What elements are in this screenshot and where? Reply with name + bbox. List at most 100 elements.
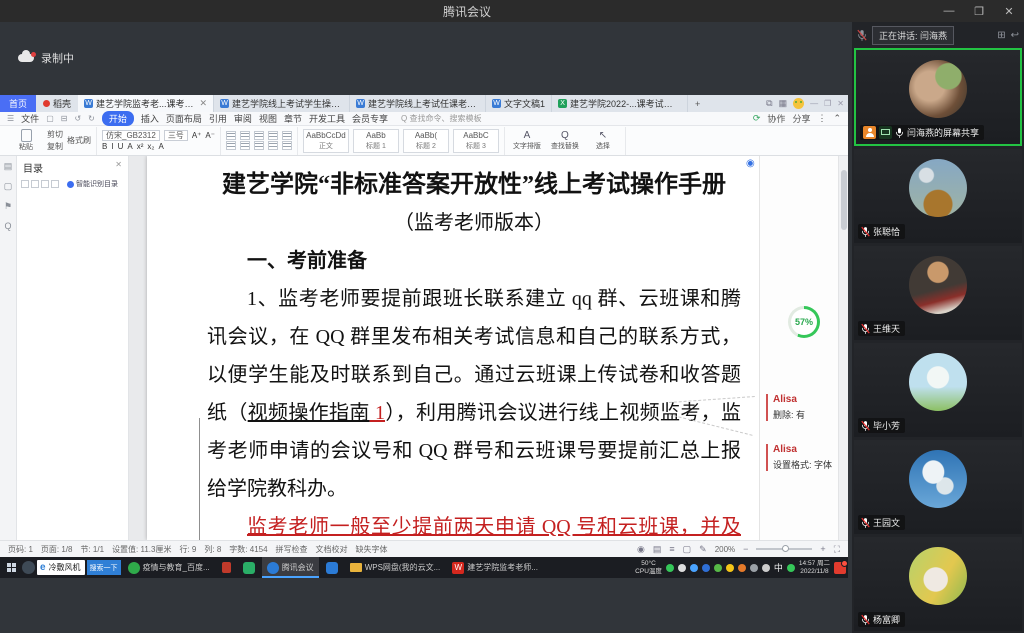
collab-button[interactable]: 协作 bbox=[767, 112, 785, 125]
back-icon[interactable]: ↩ bbox=[1011, 30, 1019, 41]
outline-view-icon[interactable]: ≡ bbox=[669, 544, 674, 554]
video-tile[interactable]: 毕小芳 bbox=[854, 343, 1022, 437]
align-justify-icon[interactable] bbox=[254, 141, 264, 150]
menu-file[interactable]: 文件 bbox=[21, 112, 39, 125]
paste-button[interactable]: 粘贴 bbox=[9, 129, 43, 152]
zoom-slider[interactable] bbox=[756, 548, 812, 550]
doc-tab-3[interactable]: W 建艺学院线上考试任课老师操作手册 bbox=[350, 95, 486, 112]
page-view-icon[interactable]: ▤ bbox=[653, 544, 662, 555]
find-replace-button[interactable]: Q 查找替换 bbox=[548, 130, 582, 151]
toc-level-icon[interactable] bbox=[31, 180, 39, 188]
taskbar-app-meeting[interactable]: 腾讯会议 bbox=[262, 557, 319, 578]
web-view-icon[interactable]: ▢ bbox=[683, 544, 692, 555]
menu-home[interactable]: 开始 bbox=[102, 111, 134, 126]
wps-minimize-button[interactable]: — bbox=[810, 99, 818, 108]
shading-icon[interactable] bbox=[282, 141, 292, 150]
minimize-button[interactable]: — bbox=[934, 5, 964, 17]
shrink-font-icon[interactable]: A⁻ bbox=[205, 131, 215, 140]
start-button[interactable] bbox=[2, 557, 20, 578]
doc-tab-1[interactable]: W 建艺学院监考老...课考试操作手册 ✕ bbox=[78, 95, 214, 112]
wps-home-tab[interactable]: 首页 bbox=[0, 95, 36, 112]
typeset-button[interactable]: A 文字排版 bbox=[510, 130, 544, 151]
status-word-count[interactable]: 字数: 4154 bbox=[229, 544, 267, 555]
grow-font-icon[interactable]: A⁺ bbox=[192, 131, 202, 140]
proofread-button[interactable]: 文档校对 bbox=[316, 544, 348, 555]
menu-references[interactable]: 引用 bbox=[209, 112, 227, 125]
bookmark-icon[interactable]: ⚑ bbox=[4, 201, 12, 212]
underline-button[interactable]: U bbox=[118, 142, 124, 151]
zoom-level[interactable]: 200% bbox=[715, 545, 735, 554]
zoom-out-icon[interactable]: − bbox=[743, 544, 748, 554]
taskbar-app-meeting2[interactable] bbox=[321, 557, 343, 578]
align-left-icon[interactable] bbox=[226, 141, 236, 150]
video-tile-sharer[interactable]: 闫海燕的屏幕共享 bbox=[854, 48, 1022, 146]
scrollbar-thumb[interactable] bbox=[841, 170, 847, 230]
indent-icon[interactable] bbox=[268, 131, 278, 140]
close-button[interactable]: ✕ bbox=[994, 5, 1024, 18]
spell-check-button[interactable]: 拼写检查 bbox=[276, 544, 308, 555]
tray-icon[interactable] bbox=[726, 564, 734, 572]
video-tile[interactable]: 张聪恰 bbox=[854, 149, 1022, 243]
highlight-button[interactable]: A bbox=[158, 142, 163, 151]
clear-format-icon[interactable] bbox=[282, 131, 292, 140]
style-heading2[interactable]: AaBb( 标题 2 bbox=[403, 129, 449, 153]
taskbar-app-baidu[interactable]: 疫情与教育_百度... bbox=[123, 557, 215, 578]
menu-review[interactable]: 审阅 bbox=[234, 112, 252, 125]
outdent-icon[interactable] bbox=[254, 131, 264, 140]
window-split-icon[interactable]: ⧉ bbox=[766, 98, 772, 109]
document-page[interactable]: 建艺学院“非标准答案开放性”线上考试操作手册 （监考老师版本） 一、考前准备 1… bbox=[147, 156, 759, 540]
clock[interactable]: 14:57 周二2022/11/8 bbox=[799, 560, 830, 575]
layout-switch-icon[interactable]: ⊞ bbox=[997, 30, 1005, 41]
undo-icon[interactable]: ↺ bbox=[74, 114, 81, 123]
menu-dev-tools[interactable]: 开发工具 bbox=[309, 112, 345, 125]
copy-button[interactable]: 复制 bbox=[47, 141, 63, 152]
maximize-button[interactable]: ❐ bbox=[964, 5, 994, 18]
tray-icon[interactable] bbox=[666, 564, 674, 572]
video-tile[interactable]: 王园文 bbox=[854, 440, 1022, 534]
video-guide-link-number[interactable]: 1 bbox=[370, 402, 385, 424]
kebab-icon[interactable]: ⋮ bbox=[817, 113, 826, 124]
window-grid-icon[interactable]: ▦ bbox=[779, 98, 788, 109]
menu-section[interactable]: 章节 bbox=[284, 112, 302, 125]
folder-icon[interactable]: ▢ bbox=[4, 181, 13, 192]
format-painter-button[interactable]: 格式刷 bbox=[67, 135, 91, 146]
line-spacing-icon[interactable] bbox=[268, 141, 278, 150]
location-pin-icon[interactable]: ◉ bbox=[746, 158, 755, 169]
share-button[interactable]: 分享 bbox=[792, 112, 810, 125]
print-icon[interactable]: ⊟ bbox=[61, 114, 68, 123]
tray-icon[interactable] bbox=[690, 564, 698, 572]
taskbar-search-box[interactable]: e 冷敷风机 bbox=[37, 560, 85, 575]
tray-mic-icon[interactable] bbox=[678, 564, 686, 572]
toc-close-icon[interactable]: ✕ bbox=[115, 160, 122, 175]
fit-page-icon[interactable]: ⛶ bbox=[834, 544, 840, 555]
tray-speaker-icon[interactable] bbox=[762, 564, 770, 572]
subscript-button[interactable]: x₂ bbox=[147, 142, 154, 151]
tray-icon[interactable] bbox=[750, 564, 758, 572]
superscript-button[interactable]: x² bbox=[137, 142, 144, 151]
number-list-icon[interactable] bbox=[240, 131, 250, 140]
taskbar-app-mail[interactable] bbox=[217, 557, 236, 578]
wps-close-button[interactable]: ✕ bbox=[837, 99, 844, 108]
toc-level-icon[interactable] bbox=[51, 180, 59, 188]
tray-icon[interactable] bbox=[714, 564, 722, 572]
tray-icon[interactable] bbox=[787, 564, 795, 572]
pen-icon[interactable]: ✎ bbox=[699, 544, 707, 555]
redo-icon[interactable]: ↻ bbox=[88, 114, 95, 123]
doc-tab-4[interactable]: W 文字文稿1 bbox=[486, 95, 552, 112]
menu-insert[interactable]: 插入 bbox=[141, 112, 159, 125]
font-color-button[interactable]: A bbox=[127, 142, 132, 151]
menu-page-layout[interactable]: 页面布局 bbox=[166, 112, 202, 125]
bold-button[interactable]: B bbox=[102, 142, 107, 151]
taskbar-app-icon[interactable] bbox=[22, 561, 35, 574]
toc-level-icon[interactable] bbox=[41, 180, 49, 188]
new-tab-button[interactable]: + bbox=[688, 95, 707, 112]
command-search-field[interactable]: Q 查找命令、搜索模板 bbox=[401, 113, 481, 124]
select-button[interactable]: ↖ 选择 bbox=[586, 130, 620, 151]
tray-icon[interactable] bbox=[702, 564, 710, 572]
font-size-select[interactable]: 三号 bbox=[164, 130, 188, 141]
wps-maximize-button[interactable]: ❐ bbox=[824, 99, 831, 108]
smart-toc-toggle[interactable]: 智能识别目录 bbox=[67, 179, 118, 189]
menu-member[interactable]: 会员专享 bbox=[352, 112, 388, 125]
align-center-icon[interactable] bbox=[240, 141, 250, 150]
taskbar-app-wechat[interactable] bbox=[238, 557, 260, 578]
